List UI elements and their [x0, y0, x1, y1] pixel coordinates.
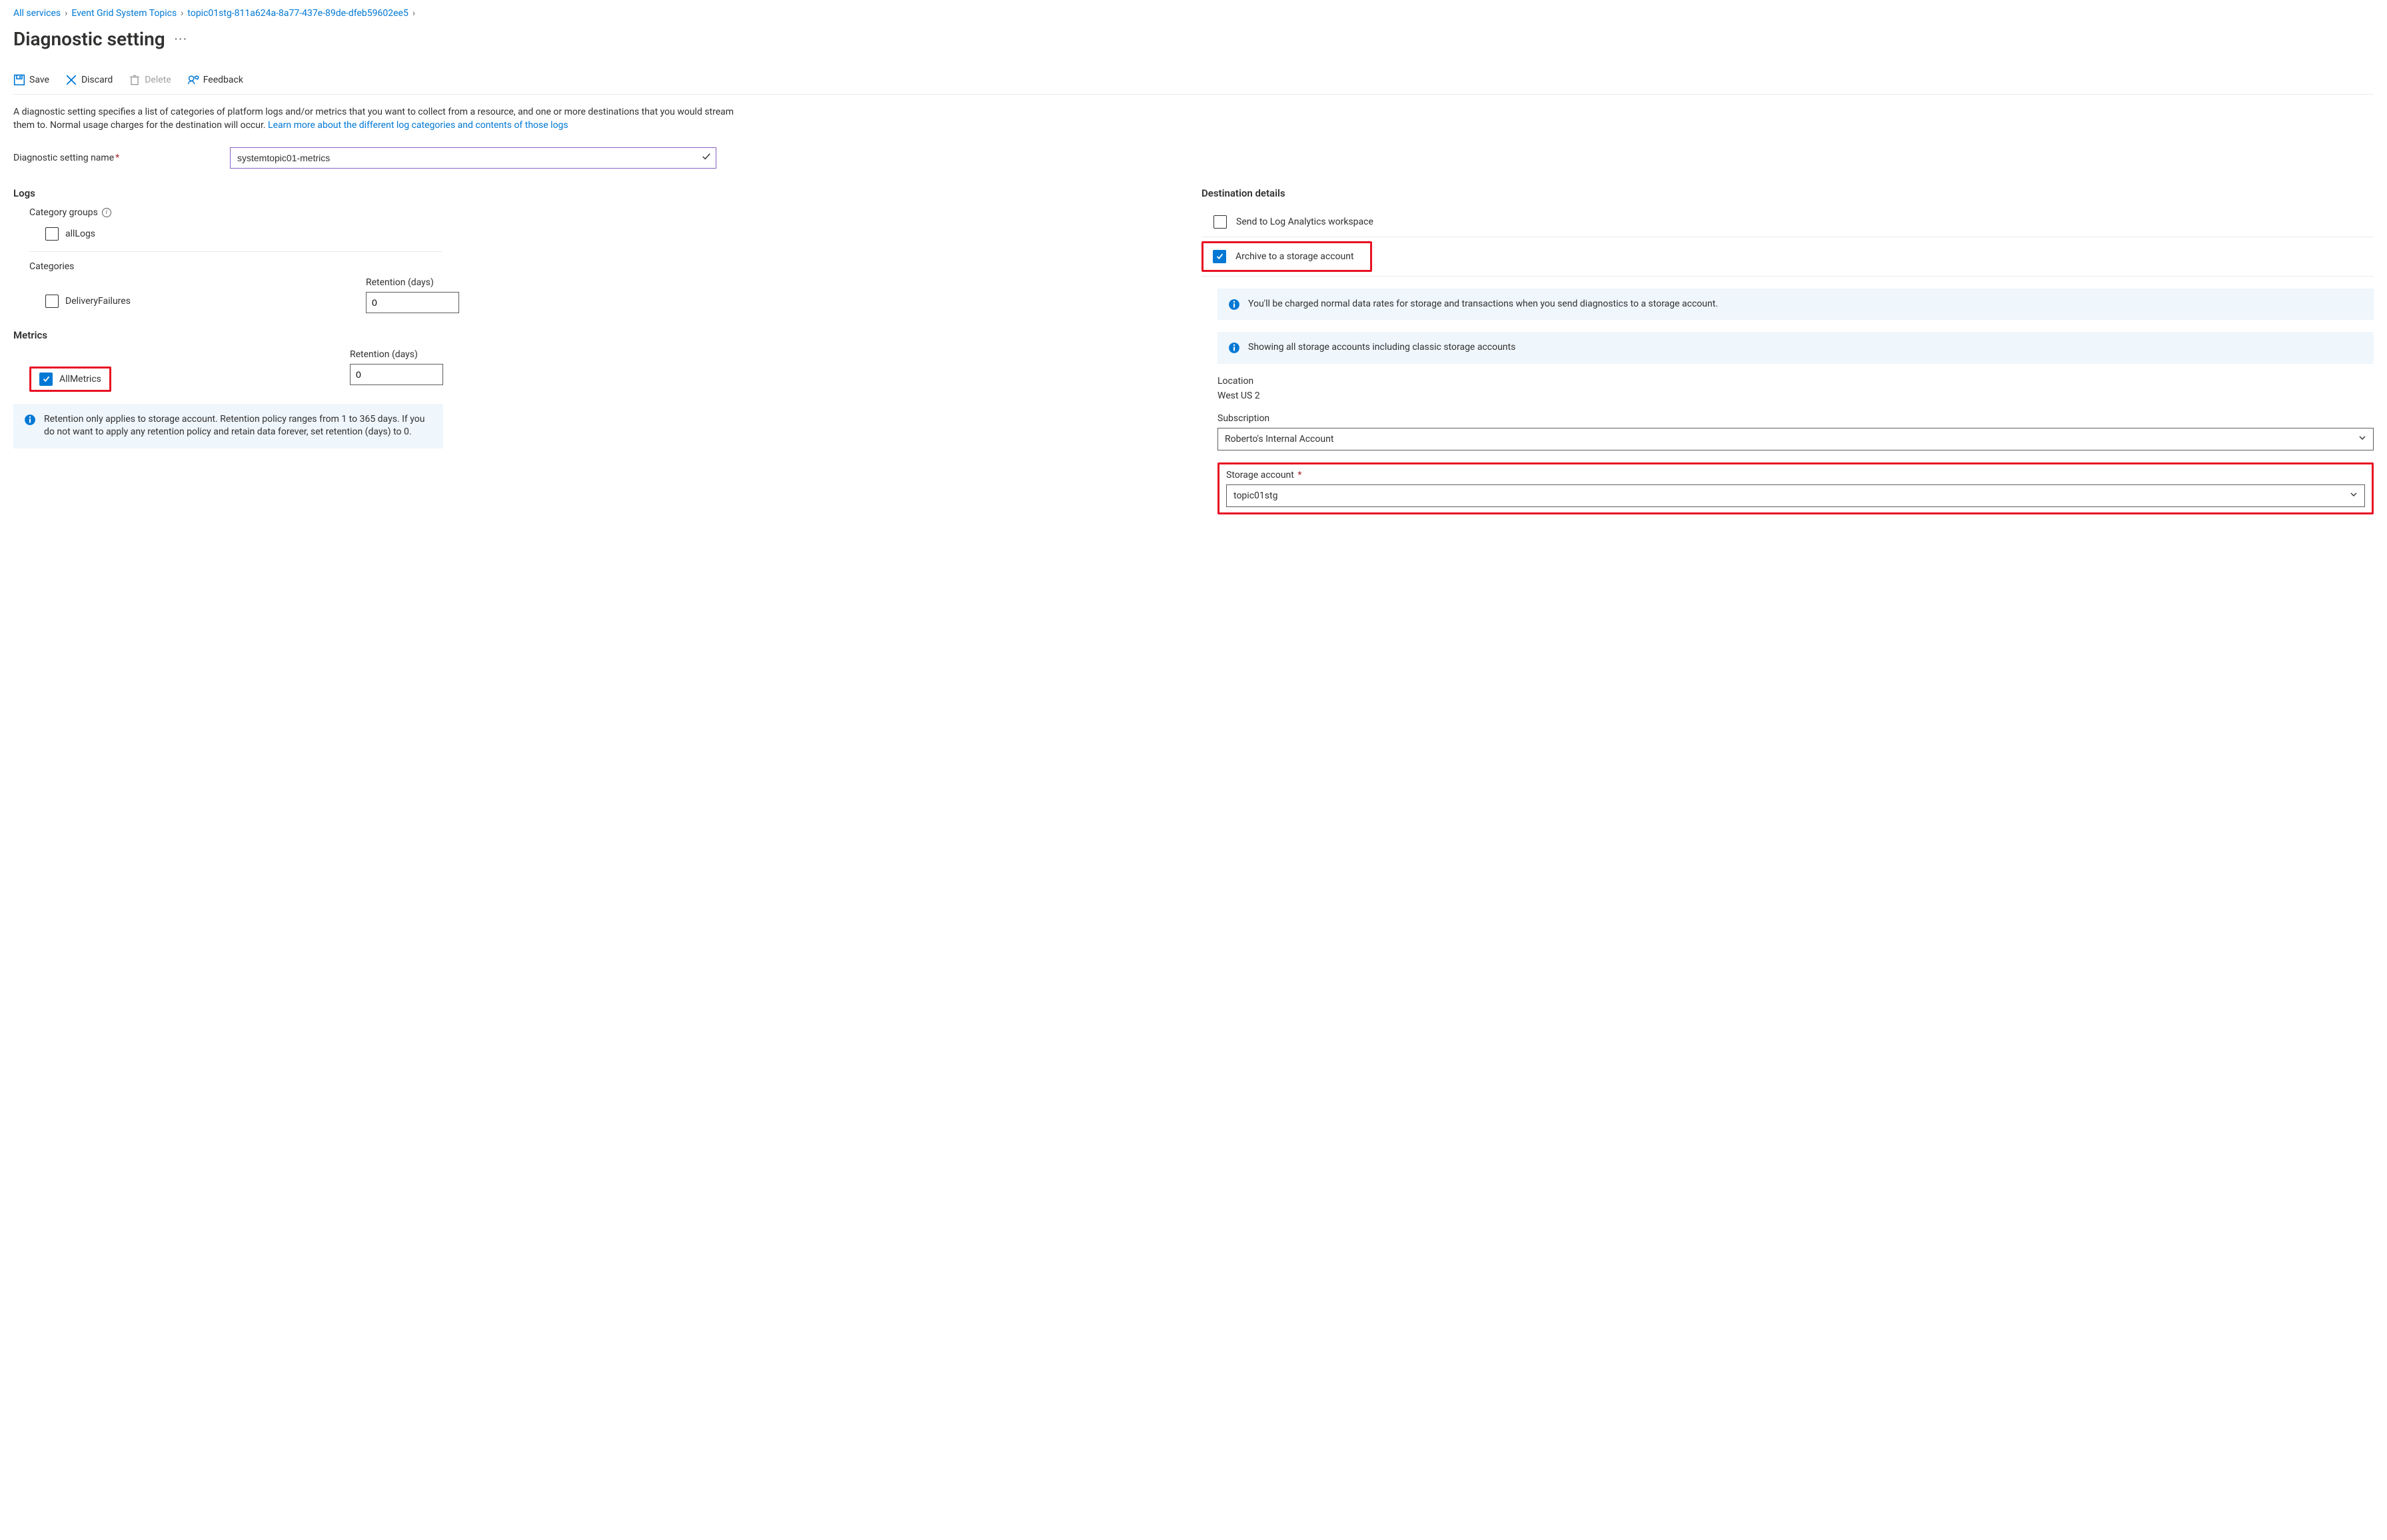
storage-account-value: topic01stg [1233, 490, 1277, 501]
storage-account-select[interactable]: topic01stg [1226, 484, 2365, 507]
send-workspace-checkbox[interactable] [1213, 215, 1227, 229]
breadcrumb-sep: › [181, 8, 183, 19]
chevron-down-icon [2350, 490, 2358, 501]
delivery-failures-label[interactable]: DeliveryFailures [65, 296, 131, 307]
retention-label-1: Retention (days) [366, 277, 459, 288]
discard-button[interactable]: Discard [65, 74, 113, 86]
learn-more-link[interactable]: Learn more about the different log categ… [268, 120, 568, 131]
feedback-icon [187, 74, 199, 86]
input-check-icon[interactable] [702, 152, 711, 164]
breadcrumb-sep: › [65, 8, 67, 19]
all-logs-label[interactable]: allLogs [65, 229, 95, 239]
storage-account-highlight: Storage account * topic01stg [1217, 462, 2374, 514]
retention-note-text: Retention only applies to storage accoun… [44, 413, 432, 439]
required-asterisk: * [115, 153, 119, 163]
archive-storage-highlight: Archive to a storage account [1201, 241, 1372, 272]
close-icon [65, 74, 77, 86]
subscription-value: Roberto's Internal Account [1225, 434, 1333, 444]
charge-note-text: You'll be charged normal data rates for … [1248, 298, 1718, 311]
delete-button: Delete [129, 74, 171, 86]
all-metrics-label[interactable]: AllMetrics [59, 374, 101, 385]
retention-input-metrics[interactable] [350, 364, 443, 385]
save-label: Save [29, 75, 49, 85]
location-label: Location [1217, 376, 2374, 386]
category-groups-label: Category groups i [29, 207, 1186, 218]
page-title-row: Diagnostic setting ··· [13, 28, 2374, 50]
all-metrics-highlight: AllMetrics [29, 367, 111, 392]
breadcrumb-item-topic-id[interactable]: topic01stg-811a624a-8a77-437e-89de-dfeb5… [187, 8, 408, 19]
retention-label-2: Retention (days) [350, 349, 443, 360]
right-column: Destination details Send to Log Analytic… [1201, 187, 2374, 514]
categories-label: Categories [29, 261, 1186, 272]
setting-name-input[interactable] [230, 147, 716, 169]
info-icon [24, 414, 36, 426]
setting-name-label: Diagnostic setting name* [13, 153, 230, 163]
archive-storage-checkbox[interactable] [1213, 250, 1226, 263]
send-workspace-label[interactable]: Send to Log Analytics workspace [1236, 217, 1373, 227]
required-asterisk: * [1295, 470, 1302, 480]
save-button[interactable]: Save [13, 74, 49, 86]
destination-heading: Destination details [1201, 187, 2374, 199]
divider [29, 251, 442, 252]
setting-name-row: Diagnostic setting name* [13, 147, 2374, 169]
left-column: Logs Category groups i allLogs Categorie… [13, 187, 1186, 514]
logs-heading: Logs [13, 187, 1186, 199]
breadcrumb: All services › Event Grid System Topics … [13, 8, 2374, 19]
chevron-down-icon [2358, 434, 2366, 444]
storage-account-label: Storage account * [1226, 470, 2365, 480]
showing-info-banner: Showing all storage accounts including c… [1217, 332, 2374, 364]
retention-input-delivery[interactable] [366, 292, 459, 313]
discard-label: Discard [81, 75, 113, 85]
subscription-label: Subscription [1217, 413, 2374, 424]
all-logs-checkbox[interactable] [45, 227, 59, 241]
toolbar: Save Discard Delete Feedback [13, 74, 2374, 95]
breadcrumb-sep: › [412, 8, 415, 19]
showing-note-text: Showing all storage accounts including c… [1248, 341, 1515, 355]
all-metrics-checkbox[interactable] [39, 373, 53, 386]
send-workspace-row: Send to Log Analytics workspace [1201, 207, 2374, 237]
location-value: West US 2 [1217, 390, 2374, 401]
delete-label: Delete [145, 75, 171, 85]
info-icon [1228, 299, 1240, 311]
subscription-select[interactable]: Roberto's Internal Account [1217, 428, 2374, 450]
feedback-label: Feedback [203, 75, 243, 85]
page-title: Diagnostic setting [13, 28, 165, 50]
info-icon[interactable]: i [102, 208, 111, 217]
all-logs-row: allLogs [29, 223, 1186, 245]
trash-icon [129, 74, 141, 86]
delivery-failures-checkbox[interactable] [45, 295, 59, 308]
info-icon [1228, 342, 1240, 354]
save-icon [13, 74, 25, 86]
more-options-button[interactable]: ··· [175, 33, 188, 45]
charge-info-banner: You'll be charged normal data rates for … [1217, 289, 2374, 321]
feedback-button[interactable]: Feedback [187, 74, 243, 86]
breadcrumb-item-all-services[interactable]: All services [13, 8, 61, 19]
retention-info-banner: Retention only applies to storage accoun… [13, 404, 443, 448]
archive-storage-label[interactable]: Archive to a storage account [1235, 251, 1354, 262]
description-text: A diagnostic setting specifies a list of… [13, 105, 746, 133]
breadcrumb-item-topics[interactable]: Event Grid System Topics [71, 8, 177, 19]
metrics-heading: Metrics [13, 329, 1186, 341]
